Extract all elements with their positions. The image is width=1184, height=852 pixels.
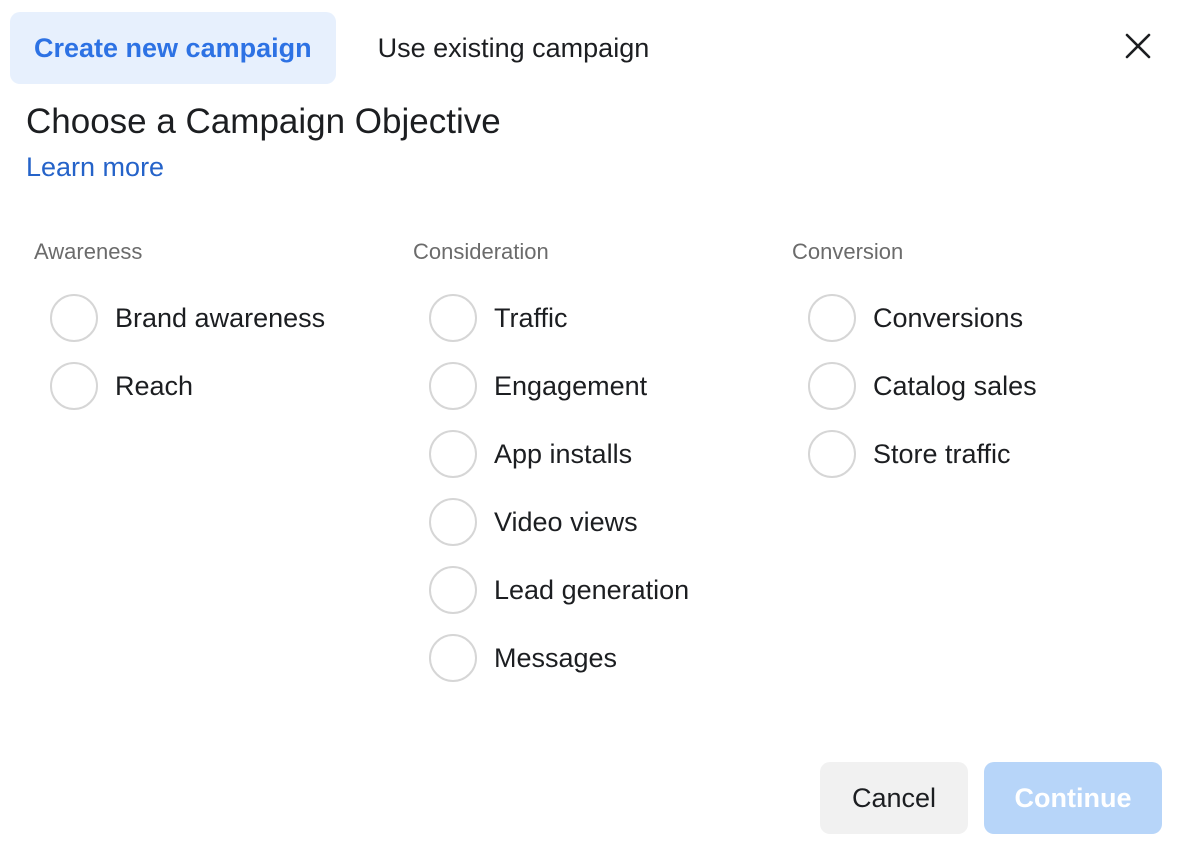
radio-button[interactable] bbox=[50, 362, 98, 410]
dialog-title: Choose a Campaign Objective bbox=[26, 102, 501, 141]
close-button[interactable] bbox=[1122, 30, 1154, 62]
tab-create-new-campaign[interactable]: Create new campaign bbox=[10, 12, 336, 84]
cancel-button[interactable]: Cancel bbox=[820, 762, 968, 834]
radio-button[interactable] bbox=[429, 634, 477, 682]
option-label: Conversions bbox=[873, 302, 1024, 333]
objective-option-video-views[interactable]: Video views bbox=[429, 488, 689, 556]
category-header: Consideration bbox=[413, 239, 549, 264]
radio-button[interactable] bbox=[429, 294, 477, 342]
radio-button[interactable] bbox=[50, 294, 98, 342]
objective-option-brand-awareness[interactable]: Brand awareness bbox=[50, 284, 325, 352]
tab-use-existing-campaign[interactable]: Use existing campaign bbox=[354, 12, 674, 84]
option-label: Messages bbox=[494, 642, 618, 673]
close-icon bbox=[1125, 33, 1151, 59]
objective-option-engagement[interactable]: Engagement bbox=[429, 352, 689, 420]
campaign-objective-dialog: Create new campaign Use existing campaig… bbox=[0, 0, 1184, 852]
objective-option-store-traffic[interactable]: Store traffic bbox=[808, 420, 1037, 488]
option-label: Lead generation bbox=[494, 574, 690, 605]
continue-button[interactable]: Continue bbox=[984, 762, 1162, 834]
option-label: Catalog sales bbox=[873, 370, 1037, 401]
objective-option-reach[interactable]: Reach bbox=[50, 352, 325, 420]
option-label: Traffic bbox=[494, 302, 568, 333]
objective-option-app-installs[interactable]: App installs bbox=[429, 420, 689, 488]
radio-button[interactable] bbox=[808, 362, 856, 410]
category-conversion: Conversion Conversions Catalog sales Sto… bbox=[792, 238, 1037, 488]
option-label: Engagement bbox=[494, 370, 648, 401]
radio-button[interactable] bbox=[429, 498, 477, 546]
category-header: Conversion bbox=[792, 239, 904, 264]
objective-option-messages[interactable]: Messages bbox=[429, 624, 689, 692]
option-label: Reach bbox=[115, 370, 194, 401]
radio-button[interactable] bbox=[808, 430, 856, 478]
objective-option-conversions[interactable]: Conversions bbox=[808, 284, 1037, 352]
radio-button[interactable] bbox=[429, 362, 477, 410]
category-awareness: Awareness Brand awareness Reach bbox=[34, 238, 325, 420]
campaign-tabs: Create new campaign Use existing campaig… bbox=[10, 12, 673, 84]
option-label: Video views bbox=[494, 506, 638, 537]
radio-button[interactable] bbox=[429, 430, 477, 478]
category-header: Awareness bbox=[34, 239, 143, 264]
option-label: Store traffic bbox=[873, 438, 1011, 469]
learn-more-link[interactable]: Learn more bbox=[26, 152, 164, 183]
category-consideration: Consideration Traffic Engagement App ins… bbox=[413, 238, 689, 692]
objective-option-catalog-sales[interactable]: Catalog sales bbox=[808, 352, 1037, 420]
radio-button[interactable] bbox=[429, 566, 477, 614]
objective-option-lead-generation[interactable]: Lead generation bbox=[429, 556, 689, 624]
option-label: Brand awareness bbox=[115, 302, 326, 333]
objective-option-traffic[interactable]: Traffic bbox=[429, 284, 689, 352]
radio-button[interactable] bbox=[808, 294, 856, 342]
option-label: App installs bbox=[494, 438, 633, 469]
dialog-footer: Cancel Continue bbox=[820, 762, 1162, 834]
